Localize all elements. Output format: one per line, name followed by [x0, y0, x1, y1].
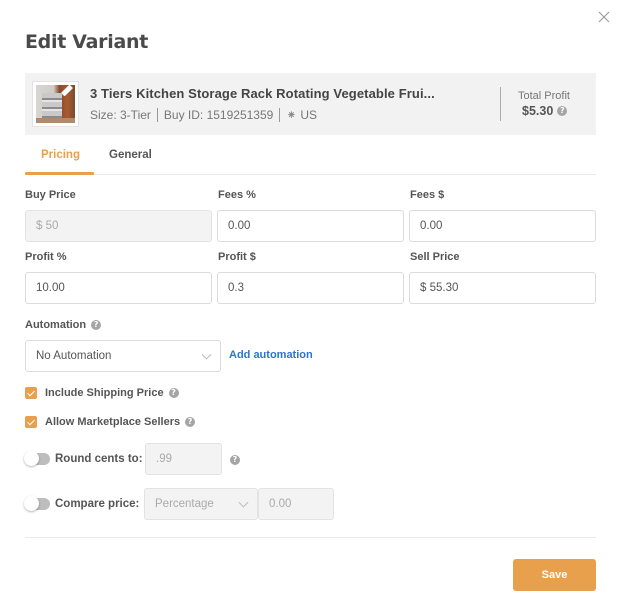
- tab-general[interactable]: General: [109, 149, 152, 161]
- tab-pricing[interactable]: Pricing: [41, 149, 80, 161]
- rack-shape: [42, 93, 62, 121]
- product-region: US: [300, 108, 318, 122]
- fees-dollar-label: Fees $: [410, 189, 445, 201]
- buy-price-input: $ 50: [25, 210, 212, 242]
- automation-select[interactable]: No Automation: [25, 340, 221, 372]
- automation-label-row: Automation ?: [25, 319, 102, 331]
- walmart-spark-icon: ⁕: [286, 108, 297, 122]
- product-buy-id: Buy ID: 1519251359: [163, 108, 274, 122]
- dialog-title: Edit Variant: [25, 31, 148, 53]
- total-profit: $5.30 ?: [522, 104, 568, 118]
- edit-pencil-icon: [60, 85, 74, 97]
- product-summary: 3 Tiers Kitchen Storage Rack Rotating Ve…: [25, 73, 596, 135]
- product-name: 3 Tiers Kitchen Storage Rack Rotating Ve…: [90, 86, 435, 101]
- fees-percent-input[interactable]: 0.00: [217, 210, 404, 242]
- compare-price-mode-value: Percentage: [155, 498, 214, 510]
- help-icon[interactable]: ?: [185, 417, 196, 427]
- compare-price-mode-select: Percentage: [144, 488, 258, 520]
- profit-dollar-value: 0.3: [228, 282, 244, 294]
- chevron-down-icon: [238, 497, 249, 508]
- profit-percent-label: Profit %: [25, 251, 67, 263]
- buy-price-value: $ 50: [36, 220, 59, 232]
- fees-dollar-value: 0.00: [420, 220, 443, 232]
- footer-divider: [25, 537, 596, 538]
- include-shipping-row: Include Shipping Price ?: [25, 387, 179, 399]
- help-icon[interactable]: ?: [557, 106, 568, 116]
- sell-price-label: Sell Price: [410, 251, 460, 263]
- profit-dollar-label: Profit $: [218, 251, 256, 263]
- help-icon[interactable]: ?: [91, 320, 102, 330]
- round-cents-toggle[interactable]: [24, 451, 50, 466]
- sell-price-value: $ 55.30: [420, 282, 459, 294]
- compare-price-toggle[interactable]: [24, 496, 50, 511]
- close-button[interactable]: [597, 10, 611, 24]
- round-cents-row: Round cents to:: [24, 451, 143, 466]
- allow-marketplace-label: Allow Marketplace Sellers: [45, 416, 181, 428]
- compare-price-value: 0.00: [269, 498, 292, 510]
- include-shipping-label: Include Shipping Price: [45, 387, 164, 399]
- allow-marketplace-checkbox[interactable]: [25, 416, 37, 428]
- tab-bar: Pricing General: [25, 140, 596, 175]
- buy-price-label: Buy Price: [25, 189, 76, 201]
- profit-percent-value: 10.00: [36, 282, 65, 294]
- product-image: [36, 85, 75, 123]
- product-thumbnail[interactable]: [32, 81, 79, 127]
- include-shipping-checkbox[interactable]: [25, 387, 37, 399]
- sell-price-input[interactable]: $ 55.30: [409, 272, 596, 304]
- help-icon[interactable]: ?: [230, 455, 240, 465]
- add-automation-link[interactable]: Add automation: [229, 349, 313, 361]
- floor-shape: [36, 118, 75, 123]
- compare-price-row: Compare price:: [24, 496, 140, 511]
- help-icon[interactable]: ?: [168, 388, 179, 398]
- profit-divider: [500, 87, 501, 121]
- compare-price-input: 0.00: [258, 488, 334, 520]
- profit-percent-input[interactable]: 10.00: [25, 272, 212, 304]
- product-size: Size: 3-Tier: [90, 108, 151, 122]
- profit-dollar-input[interactable]: 0.3: [217, 272, 404, 304]
- fees-percent-label: Fees %: [218, 189, 256, 201]
- meta-separator: [156, 108, 158, 122]
- fees-percent-value: 0.00: [228, 220, 251, 232]
- compare-price-label: Compare price:: [55, 498, 140, 510]
- allow-marketplace-row: Allow Marketplace Sellers ?: [25, 416, 196, 428]
- round-cents-value: .99: [156, 453, 172, 465]
- automation-selected-value: No Automation: [36, 350, 112, 362]
- product-meta: Size: 3-Tier Buy ID: 1519251359 ⁕ US: [90, 108, 317, 122]
- fees-dollar-input[interactable]: 0.00: [409, 210, 596, 242]
- active-tab-indicator: [25, 172, 94, 175]
- save-button[interactable]: Save: [513, 559, 596, 591]
- round-cents-input: .99: [145, 443, 222, 475]
- meta-separator: [279, 108, 281, 122]
- total-profit-value: $5.30: [522, 104, 554, 118]
- round-cents-label: Round cents to:: [55, 453, 143, 465]
- close-icon: [598, 11, 610, 23]
- automation-label: Automation: [25, 319, 87, 331]
- chevron-down-icon: [201, 349, 212, 360]
- total-profit-label: Total Profit: [518, 90, 570, 102]
